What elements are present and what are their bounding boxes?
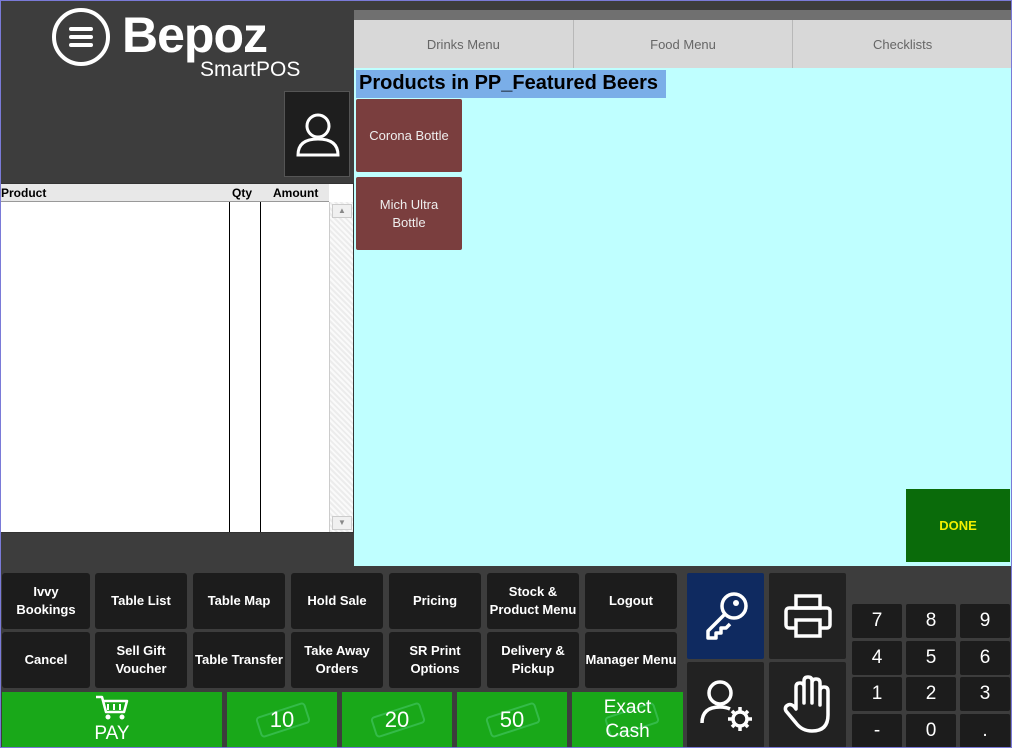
hand-icon — [783, 675, 830, 733]
cancel-button[interactable]: Cancel — [2, 632, 90, 688]
done-button[interactable]: DONE — [906, 489, 1010, 562]
exact-cash-button[interactable]: Exact Cash — [572, 692, 683, 748]
pricing-button[interactable]: Pricing — [389, 573, 481, 629]
top-strip — [354, 10, 1012, 20]
cash-10-label: 10 — [269, 707, 295, 732]
order-table[interactable]: Product Qty Amount ▲ ▼ — [0, 183, 354, 533]
cash-50-button[interactable]: 50 — [457, 692, 567, 748]
sell-gift-voucher-button[interactable]: Sell Gift Voucher — [95, 632, 187, 688]
exact-label: Exact — [603, 697, 652, 718]
delivery-pickup-button[interactable]: Delivery & Pickup — [487, 632, 579, 688]
cash-50-label: 50 — [499, 707, 525, 732]
keypad-4[interactable]: 4 — [852, 641, 902, 675]
order-table-header: Product Qty Amount — [1, 184, 329, 202]
keypad-minus[interactable]: - — [852, 714, 902, 748]
cart-icon — [96, 695, 129, 720]
table-transfer-button[interactable]: Table Transfer — [193, 632, 285, 688]
keypad-2[interactable]: 2 — [906, 677, 956, 711]
column-qty: Qty — [232, 186, 253, 200]
section-title: Products in PP_Featured Beers — [356, 70, 666, 98]
scroll-down-arrow[interactable]: ▼ — [332, 516, 352, 530]
hand-button[interactable] — [769, 662, 846, 748]
table-list-button[interactable]: Table List — [95, 573, 187, 629]
manager-menu-button[interactable]: Manager Menu — [585, 632, 677, 688]
keypad-3[interactable]: 3 — [960, 677, 1010, 711]
table-map-button[interactable]: Table Map — [193, 573, 285, 629]
cash-10-button[interactable]: 10 — [227, 692, 337, 748]
sr-print-options-button[interactable]: SR Print Options — [389, 632, 481, 688]
cash-20-button[interactable]: 20 — [342, 692, 452, 748]
keypad-dot[interactable]: . — [960, 714, 1010, 748]
brand-subtitle: SmartPOS — [200, 58, 301, 81]
keypad-8[interactable]: 8 — [906, 604, 956, 638]
print-button[interactable] — [769, 573, 846, 659]
tab-checklists[interactable]: Checklists — [793, 20, 1012, 68]
column-product: Product — [1, 186, 47, 200]
pay-button[interactable]: PAY — [2, 692, 222, 748]
key-icon — [705, 592, 748, 640]
pay-label: PAY — [94, 723, 130, 744]
brand-logo: Bepoz — [122, 7, 268, 63]
column-divider — [229, 202, 230, 532]
column-amount: Amount — [273, 186, 319, 200]
keypad-0[interactable]: 0 — [906, 714, 956, 748]
cash-label: Cash — [605, 721, 650, 742]
stock-product-menu-button[interactable]: Stock & Product Menu — [487, 573, 579, 629]
take-away-orders-button[interactable]: Take Away Orders — [291, 632, 383, 688]
cash-20-label: 20 — [384, 707, 410, 732]
logout-button[interactable]: Logout — [585, 573, 677, 629]
user-button[interactable] — [284, 91, 350, 177]
product-button-corona[interactable]: Corona Bottle — [356, 99, 462, 172]
keypad-1[interactable]: 1 — [852, 677, 902, 711]
order-scrollbar[interactable]: ▲ ▼ — [329, 202, 353, 532]
scroll-up-arrow[interactable]: ▲ — [332, 204, 352, 218]
keypad-9[interactable]: 9 — [960, 604, 1010, 638]
printer-icon — [783, 594, 832, 638]
product-button-mich-ultra[interactable]: Mich Ultra Bottle — [356, 177, 462, 250]
menu-tabs: Drinks Menu Food Menu Checklists — [354, 20, 1012, 68]
key-button[interactable] — [687, 573, 764, 659]
menu-icon[interactable] — [52, 8, 110, 66]
keypad-5[interactable]: 5 — [906, 641, 956, 675]
user-settings-button[interactable] — [687, 662, 764, 748]
tab-drinks-menu[interactable]: Drinks Menu — [354, 20, 574, 68]
ivvy-bookings-button[interactable]: Ivvy Bookings — [2, 573, 90, 629]
keypad-7[interactable]: 7 — [852, 604, 902, 638]
keypad-6[interactable]: 6 — [960, 641, 1010, 675]
user-gear-icon — [699, 680, 752, 731]
tab-food-menu[interactable]: Food Menu — [574, 20, 794, 68]
hold-sale-button[interactable]: Hold Sale — [291, 573, 383, 629]
user-icon — [296, 113, 340, 157]
column-divider — [260, 202, 261, 532]
